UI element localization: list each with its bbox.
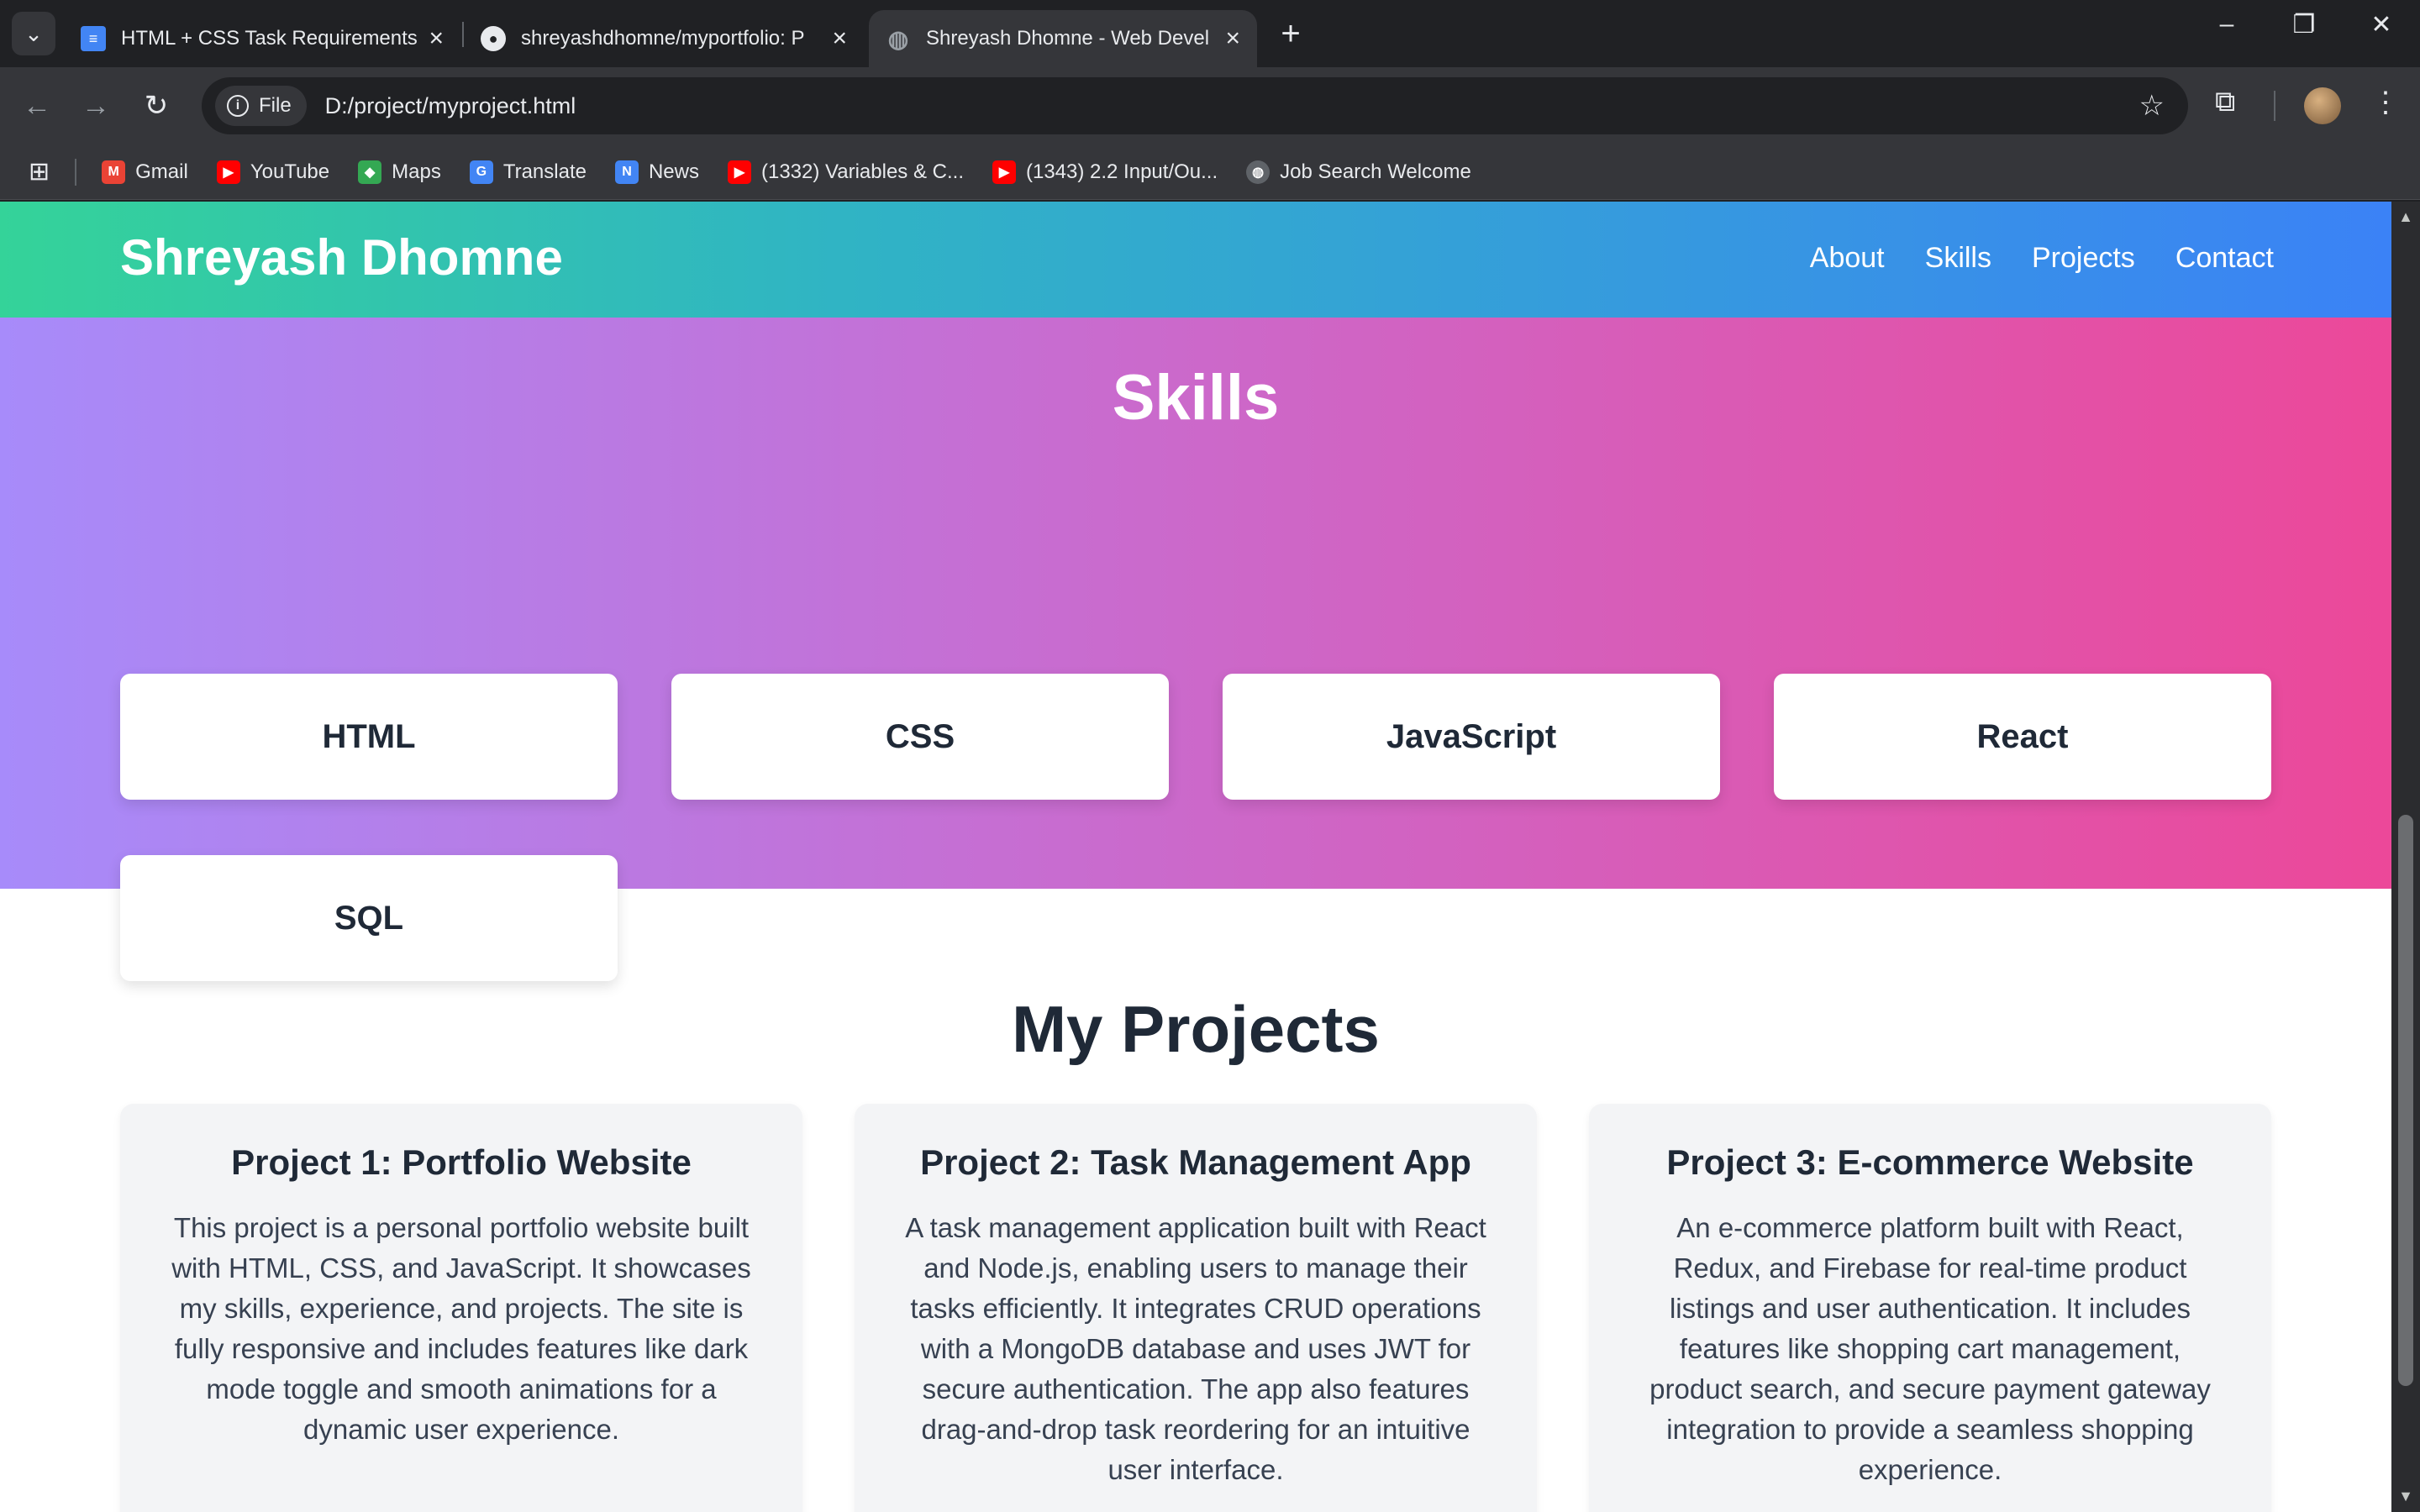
bookmark-label: Translate — [502, 160, 587, 183]
bookmark-gmail[interactable]: M Gmail — [102, 160, 188, 184]
skill-card-css: CSS — [671, 674, 1169, 800]
project-description: A task management application built with… — [905, 1212, 1486, 1485]
bookmark-youtube[interactable]: ▶ YouTube — [216, 160, 330, 184]
close-window-button[interactable]: ✕ — [2356, 10, 2407, 39]
bookmark-label: News — [648, 160, 699, 183]
nav-link-projects[interactable]: Projects — [2032, 242, 2135, 275]
page-scrollbar[interactable]: ▲ ▼ — [2391, 202, 2420, 1512]
projects-heading: My Projects — [1012, 992, 1380, 1066]
profile-avatar[interactable] — [2304, 87, 2341, 124]
bookmark-video-1332[interactable]: ▶ (1332) Variables & C... — [727, 160, 964, 184]
close-icon[interactable]: × — [822, 24, 847, 53]
youtube-icon: ▶ — [992, 160, 1016, 184]
nav-link-about[interactable]: About — [1810, 242, 1885, 275]
bookmark-label: Job Search Welcome — [1280, 160, 1471, 183]
project-description: An e-commerce platform built with React,… — [1649, 1212, 2211, 1485]
reload-button[interactable]: ↻ — [136, 86, 176, 126]
news-icon: N — [614, 160, 639, 184]
site-info-label: File — [259, 94, 292, 117]
project-card-1: Project 1: Portfolio Website This projec… — [120, 1104, 802, 1512]
skill-card-react: React — [1774, 674, 2271, 800]
new-tab-button[interactable]: + — [1272, 15, 1309, 53]
site-header: Shreyash Dhomne About Skills Projects Co… — [0, 202, 2391, 318]
project-title: Project 2: Task Management App — [920, 1142, 1471, 1182]
tab-html-css-task[interactable]: ≡ HTML + CSS Task Requirements × — [64, 10, 460, 67]
bookmark-label: Gmail — [135, 160, 188, 183]
close-icon[interactable]: × — [1215, 24, 1240, 53]
github-icon: ● — [481, 26, 506, 51]
scrollbar-thumb[interactable] — [2398, 815, 2413, 1386]
bookmarks-divider — [75, 158, 77, 186]
tab-shreyash-dhomne[interactable]: ◍ Shreyash Dhomne - Web Devel × — [869, 10, 1257, 67]
skill-card-html: HTML — [120, 674, 618, 800]
skills-section: Skills HTML CSS JavaScript React SQL — [0, 318, 2391, 981]
docs-icon: ≡ — [81, 26, 106, 51]
tab-title: Shreyash Dhomne - Web Devel — [926, 27, 1210, 50]
bookmark-label: (1332) Variables & C... — [760, 160, 964, 183]
url-text[interactable]: D:/project/myproject.html — [325, 93, 576, 119]
forward-button[interactable]: → — [76, 86, 116, 126]
bookmark-label: (1343) 2.2 Input/Ou... — [1025, 160, 1218, 183]
site-nav: About Skills Projects Contact — [1770, 242, 2274, 275]
project-title: Project 3: E-commerce Website — [1666, 1142, 2194, 1182]
bookmark-label: Maps — [392, 160, 441, 183]
apps-grid-icon[interactable]: ⊞ — [29, 157, 50, 186]
extensions-icon[interactable]: ⧉ — [2215, 86, 2235, 118]
browser-toolbar: ← → ↻ i File D:/project/myproject.html ☆… — [0, 67, 2420, 144]
project-card-2: Project 2: Task Management App A task ma… — [855, 1104, 1537, 1512]
skill-card-sql: SQL — [120, 855, 618, 981]
bookmark-job-search[interactable]: ◍ Job Search Welcome — [1246, 160, 1471, 184]
project-description: This project is a personal portfolio web… — [171, 1212, 751, 1445]
scroll-down-arrow-icon[interactable]: ▼ — [2391, 1488, 2420, 1505]
tab-search-button[interactable]: ⌄ — [12, 12, 55, 55]
skills-heading: Skills — [1112, 362, 1280, 433]
project-card-3: Project 3: E-commerce Website An e-comme… — [1589, 1104, 2271, 1512]
scroll-up-arrow-icon[interactable]: ▲ — [2391, 208, 2420, 226]
maps-icon: ◆ — [358, 160, 382, 184]
close-icon[interactable]: × — [418, 24, 444, 53]
youtube-icon: ▶ — [216, 160, 240, 184]
info-icon: i — [227, 95, 249, 117]
youtube-icon: ▶ — [727, 160, 751, 184]
bookmarks-bar: ⊞ M Gmail ▶ YouTube ◆ Maps G Translate N News… — [0, 144, 2420, 200]
site-info-chip[interactable]: i File — [215, 86, 307, 126]
site-title: Shreyash Dhomne — [120, 229, 563, 286]
bookmark-news[interactable]: N News — [614, 160, 699, 184]
bookmark-label: YouTube — [250, 160, 330, 183]
bookmark-translate[interactable]: G Translate — [469, 160, 587, 184]
page-viewport: Shreyash Dhomne About Skills Projects Co… — [0, 202, 2391, 1512]
nav-link-skills[interactable]: Skills — [1925, 242, 1991, 275]
tab-title: shreyashdhomne/myportfolio: P — [521, 27, 805, 50]
tab-strip: ⌄ ≡ HTML + CSS Task Requirements × ● shr… — [0, 0, 2420, 67]
bookmark-video-1343[interactable]: ▶ (1343) 2.2 Input/Ou... — [992, 160, 1218, 184]
bookmark-star-icon[interactable]: ☆ — [2139, 89, 2165, 123]
menu-icon[interactable]: ⋮ — [2371, 86, 2400, 119]
tab-title: HTML + CSS Task Requirements — [121, 27, 418, 50]
globe-icon: ◍ — [1246, 160, 1270, 184]
nav-link-contact[interactable]: Contact — [2175, 242, 2274, 275]
globe-icon: ◍ — [887, 25, 909, 52]
skill-card-javascript: JavaScript — [1223, 674, 1720, 800]
restore-button[interactable]: ❐ — [2279, 10, 2329, 39]
translate-icon: G — [469, 160, 493, 184]
toolbar-divider — [2274, 91, 2275, 121]
bookmark-maps[interactable]: ◆ Maps — [358, 160, 441, 184]
project-title: Project 1: Portfolio Website — [231, 1142, 692, 1182]
back-button[interactable]: ← — [17, 86, 57, 126]
gmail-icon: M — [102, 160, 126, 184]
minimize-button[interactable]: – — [2202, 10, 2252, 39]
chevron-down-icon: ⌄ — [24, 20, 43, 46]
address-bar[interactable]: i File D:/project/myproject.html ☆ — [202, 77, 2188, 134]
tab-github-myportfolio[interactable]: ● shreyashdhomne/myportfolio: P × — [464, 10, 864, 67]
